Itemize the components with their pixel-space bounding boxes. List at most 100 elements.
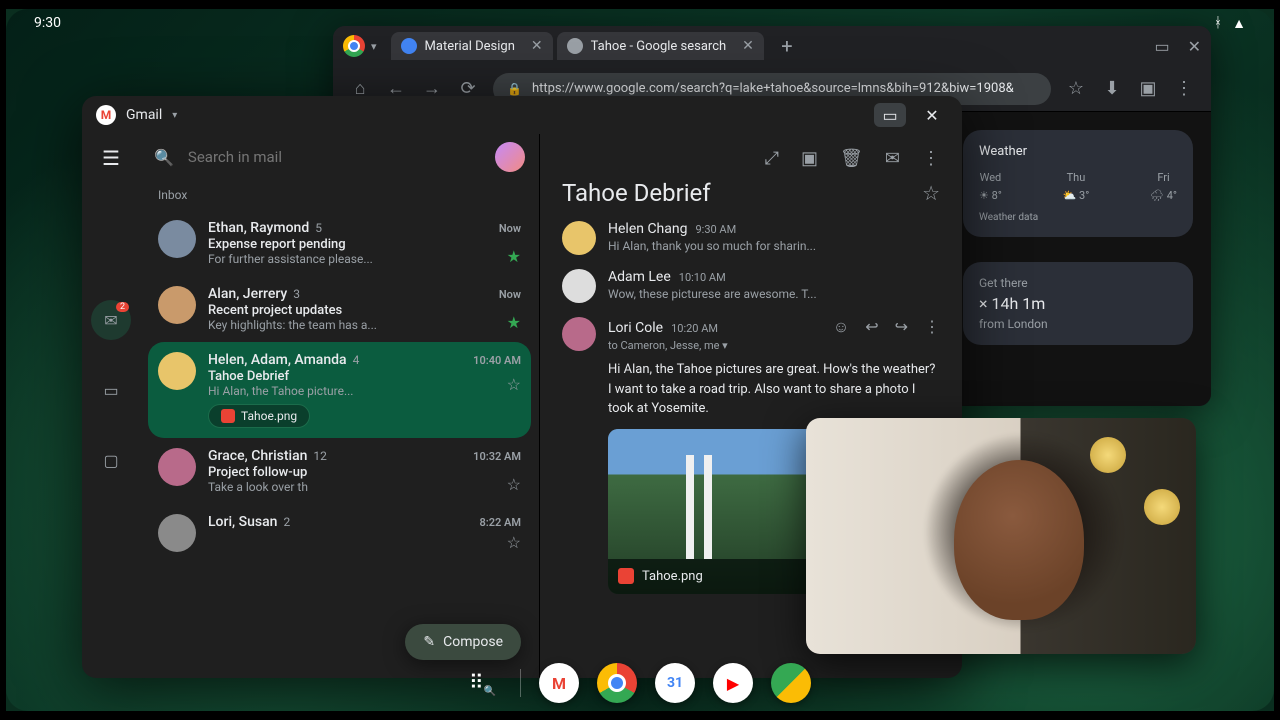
- card-heading: Weather: [979, 144, 1177, 159]
- download-icon[interactable]: ⬇: [1101, 78, 1123, 99]
- thread-count: 12: [313, 449, 327, 463]
- thread-item[interactable]: Ethan, Raymond5NowExpense report pending…: [148, 210, 531, 276]
- forward-icon[interactable]: ↪: [895, 317, 908, 337]
- lamp-decoration: [1144, 489, 1180, 525]
- taskbar-app-calendar[interactable]: 31: [655, 663, 695, 703]
- more-icon[interactable]: ⋮: [924, 317, 940, 337]
- app-title: Gmail: [126, 107, 162, 123]
- chevron-down-icon[interactable]: ▾: [172, 110, 177, 121]
- taskbar-app-meet[interactable]: [771, 663, 811, 703]
- sender-avatar: [562, 269, 596, 303]
- app-launcher-icon[interactable]: ⠿🔍: [469, 670, 496, 697]
- menu-icon[interactable]: ⋮: [1173, 78, 1195, 99]
- thread-subject: Project follow-up: [208, 465, 521, 480]
- tab-title: Tahoe - Google sesarch: [591, 39, 727, 54]
- weather-day: Wed☀ 8°: [979, 169, 1002, 204]
- search-input[interactable]: [186, 147, 483, 167]
- message-time: 10:10 AM: [679, 271, 726, 284]
- message[interactable]: Adam Lee 10:10 AM Wow, these picturese are…: [562, 269, 940, 303]
- lock-icon: 🔒: [507, 82, 522, 96]
- thread-snippet: For further assistance please...: [208, 252, 521, 266]
- message[interactable]: Helen Chang 9:30 AM Hi Alan, thank you so …: [562, 221, 940, 255]
- account-avatar[interactable]: [495, 142, 525, 172]
- favicon-icon: [567, 38, 583, 54]
- message-from: Adam Lee: [608, 269, 671, 285]
- status-bar: 9:30 ᚼ ▲: [6, 9, 1274, 37]
- message-subject: Tahoe Debrief: [562, 179, 711, 207]
- thread-item[interactable]: Grace, Christian1210:32 AMProject follow…: [148, 438, 531, 504]
- close-icon[interactable]: ✕: [742, 38, 754, 54]
- reply-icon[interactable]: ↩: [865, 317, 878, 337]
- delete-icon[interactable]: 🗑: [840, 148, 863, 169]
- taskbar-app-chrome[interactable]: [597, 663, 637, 703]
- thread-senders: Alan, Jerrery: [208, 286, 287, 302]
- image-icon: [221, 409, 235, 423]
- star-icon[interactable]: ★: [507, 313, 521, 332]
- thread-count: 5: [315, 221, 322, 235]
- mail-icon: ✉: [104, 311, 117, 330]
- chevron-down-icon[interactable]: ▾: [722, 339, 728, 352]
- taskbar-app-youtube[interactable]: ▶: [713, 663, 753, 703]
- close-icon[interactable]: ✕: [1188, 37, 1201, 56]
- extensions-icon[interactable]: ▣: [1137, 78, 1159, 99]
- archive-icon[interactable]: ▣: [801, 148, 818, 169]
- message-time: 9:30 AM: [695, 223, 736, 236]
- sender-avatar: [158, 286, 196, 324]
- thread-subject: Recent project updates: [208, 303, 521, 318]
- gmail-logo-icon: M: [96, 105, 116, 125]
- thread-item[interactable]: Alan, Jerrery3NowRecent project updatesK…: [148, 276, 531, 342]
- thread-senders: Ethan, Raymond: [208, 220, 309, 236]
- sender-avatar: [158, 514, 196, 552]
- thread-senders: Helen, Adam, Amanda: [208, 352, 347, 368]
- thread-senders: Lori, Susan: [208, 514, 277, 530]
- window-restore-icon[interactable]: ▭: [1154, 37, 1169, 56]
- window-restore-icon[interactable]: ▭: [874, 103, 906, 127]
- compose-label: Compose: [443, 634, 503, 650]
- attachment-chip[interactable]: Tahoe.png: [208, 404, 310, 428]
- star-icon[interactable]: ☆: [507, 375, 521, 394]
- weather-card[interactable]: Weather Wed☀ 8° Thu⛅ 3° Fri🌧 4° Weather …: [963, 130, 1193, 237]
- emoji-icon[interactable]: ☺: [833, 317, 849, 337]
- thread-count: 3: [293, 287, 300, 301]
- travel-card[interactable]: Get there × 14h 1m from London: [963, 262, 1193, 345]
- thread-time: 8:22 AM: [479, 516, 521, 529]
- star-icon[interactable]: ★: [507, 247, 521, 266]
- unread-badge: 2: [116, 302, 129, 312]
- star-icon[interactable]: ☆: [1065, 78, 1087, 99]
- thread-senders: Grace, Christian: [208, 448, 307, 464]
- weather-day: Fri🌧 4°: [1150, 169, 1177, 204]
- thread-subject: Tahoe Debrief: [208, 369, 521, 384]
- gmail-titlebar: M Gmail ▾ ▭ ✕: [82, 96, 962, 134]
- star-icon[interactable]: ☆: [922, 181, 940, 205]
- url-text: https://www.google.com/search?q=lake+tah…: [532, 81, 1014, 96]
- tab-title: Material Design: [425, 39, 515, 54]
- thread-item[interactable]: Helen, Adam, Amanda410:40 AMTahoe Debrie…: [148, 342, 531, 438]
- message-preview: Wow, these picturese are awesome. T...: [608, 287, 940, 301]
- thread-time: Now: [499, 288, 521, 301]
- star-icon[interactable]: ☆: [507, 475, 521, 494]
- message-from: Helen Chang: [608, 221, 687, 237]
- expand-icon[interactable]: ⤢: [765, 148, 779, 169]
- message-recipients: to Cameron, Jesse, me ▾: [608, 339, 940, 352]
- message-preview: Hi Alan, thank you so much for sharin...: [608, 239, 940, 253]
- close-icon[interactable]: ✕: [916, 103, 948, 127]
- sender-avatar: [562, 221, 596, 255]
- nav-chat[interactable]: ▭: [91, 370, 131, 410]
- nav-meet[interactable]: ▢: [91, 440, 131, 480]
- chevron-down-icon[interactable]: ▾: [371, 40, 377, 53]
- nav-mail[interactable]: ✉ 2: [91, 300, 131, 340]
- close-icon[interactable]: ✕: [531, 38, 543, 54]
- mark-unread-icon[interactable]: ✉: [885, 148, 900, 169]
- chat-icon: ▭: [103, 381, 118, 400]
- search-icon[interactable]: 🔍: [154, 148, 174, 167]
- thread-time: 10:40 AM: [473, 354, 521, 367]
- travel-from: from London: [979, 317, 1177, 331]
- video-call-pip[interactable]: [806, 418, 1196, 654]
- taskbar-app-gmail[interactable]: M: [539, 663, 579, 703]
- menu-icon[interactable]: ☰: [102, 146, 120, 170]
- image-icon: [618, 568, 634, 584]
- more-icon[interactable]: ⋮: [922, 148, 940, 169]
- message-toolbar: ⤢ ▣ 🗑 ✉ ⋮: [562, 144, 940, 179]
- star-icon[interactable]: ☆: [507, 533, 521, 552]
- thread-item[interactable]: Lori, Susan28:22 AM☆: [148, 504, 531, 562]
